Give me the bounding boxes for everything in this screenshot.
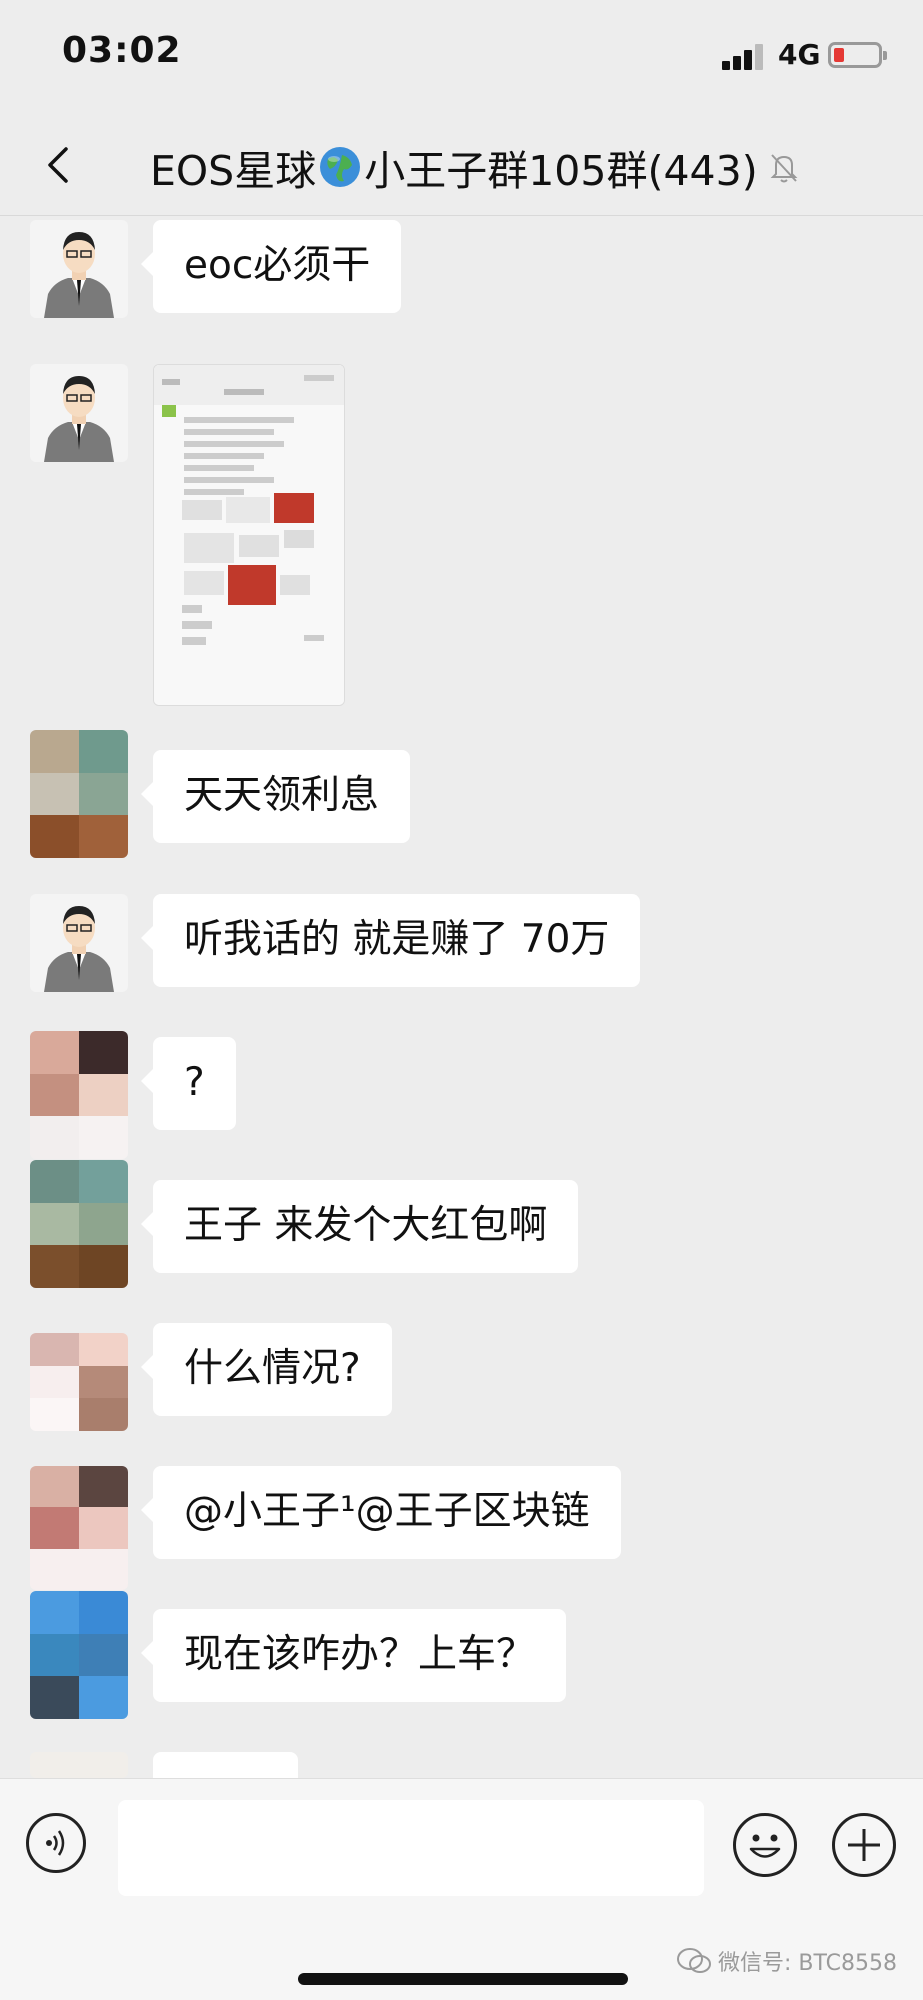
message-bubble[interactable]: eoc必须干 [140, 220, 402, 313]
watermark-text: 微信号: BTC8558 [718, 1951, 897, 1976]
chat-screen: 03:02 4G EOS星球 小王子群105群(443) eoc必须干 天天领利… [0, 0, 923, 2000]
battery-low-icon [828, 42, 887, 68]
avatar[interactable] [30, 364, 128, 462]
avatar[interactable] [30, 1160, 128, 1288]
message-bubble[interactable]: ? [141, 1037, 236, 1130]
avatar [30, 1752, 128, 1778]
avatar[interactable] [30, 1333, 128, 1431]
status-time: 03:02 [62, 30, 182, 71]
watermark: 微信号: BTC8558 [676, 1945, 897, 1977]
message-bubble-partial [153, 1752, 298, 1778]
avatar[interactable] [30, 220, 128, 318]
wechat-logo-icon [677, 1948, 711, 1973]
home-indicator [298, 1973, 628, 1985]
avatar[interactable] [30, 1591, 128, 1719]
message-bubble[interactable]: 天天领利息 [140, 750, 411, 843]
cellular-signal-icon [722, 42, 772, 70]
avatar[interactable] [30, 1466, 128, 1590]
chat-title-suffix: 小王子群105群(443) [364, 147, 758, 195]
chevron-left-icon[interactable] [38, 143, 82, 187]
message-bubble[interactable]: @小王子¹@王子区块链 [141, 1466, 621, 1559]
status-bar: 03:02 4G [0, 0, 923, 115]
chat-title-prefix: EOS星球 [150, 147, 317, 195]
message-bubble[interactable]: 什么情况? [141, 1323, 392, 1416]
plus-icon[interactable] [832, 1813, 896, 1877]
image-message[interactable] [153, 364, 345, 706]
globe-emoji-icon [320, 147, 361, 187]
chat-title: EOS星球 小王子群105群(443) [150, 137, 802, 197]
message-bubble[interactable]: 现在该咋办？上车？ [140, 1609, 567, 1702]
message-bubble[interactable]: 听我话的 就是赚了 70万 [140, 894, 641, 987]
emoji-icon[interactable] [733, 1813, 797, 1877]
message-bubble[interactable]: 王子 来发个大红包啊 [140, 1180, 579, 1273]
avatar[interactable] [30, 894, 128, 992]
nav-bar: EOS星球 小王子群105群(443) [0, 115, 923, 216]
bell-muted-icon [770, 154, 798, 183]
message-input[interactable] [118, 1800, 704, 1896]
voice-icon[interactable] [26, 1813, 86, 1873]
avatar[interactable] [30, 1031, 128, 1159]
avatar[interactable] [30, 730, 128, 858]
network-type: 4G [778, 38, 821, 71]
